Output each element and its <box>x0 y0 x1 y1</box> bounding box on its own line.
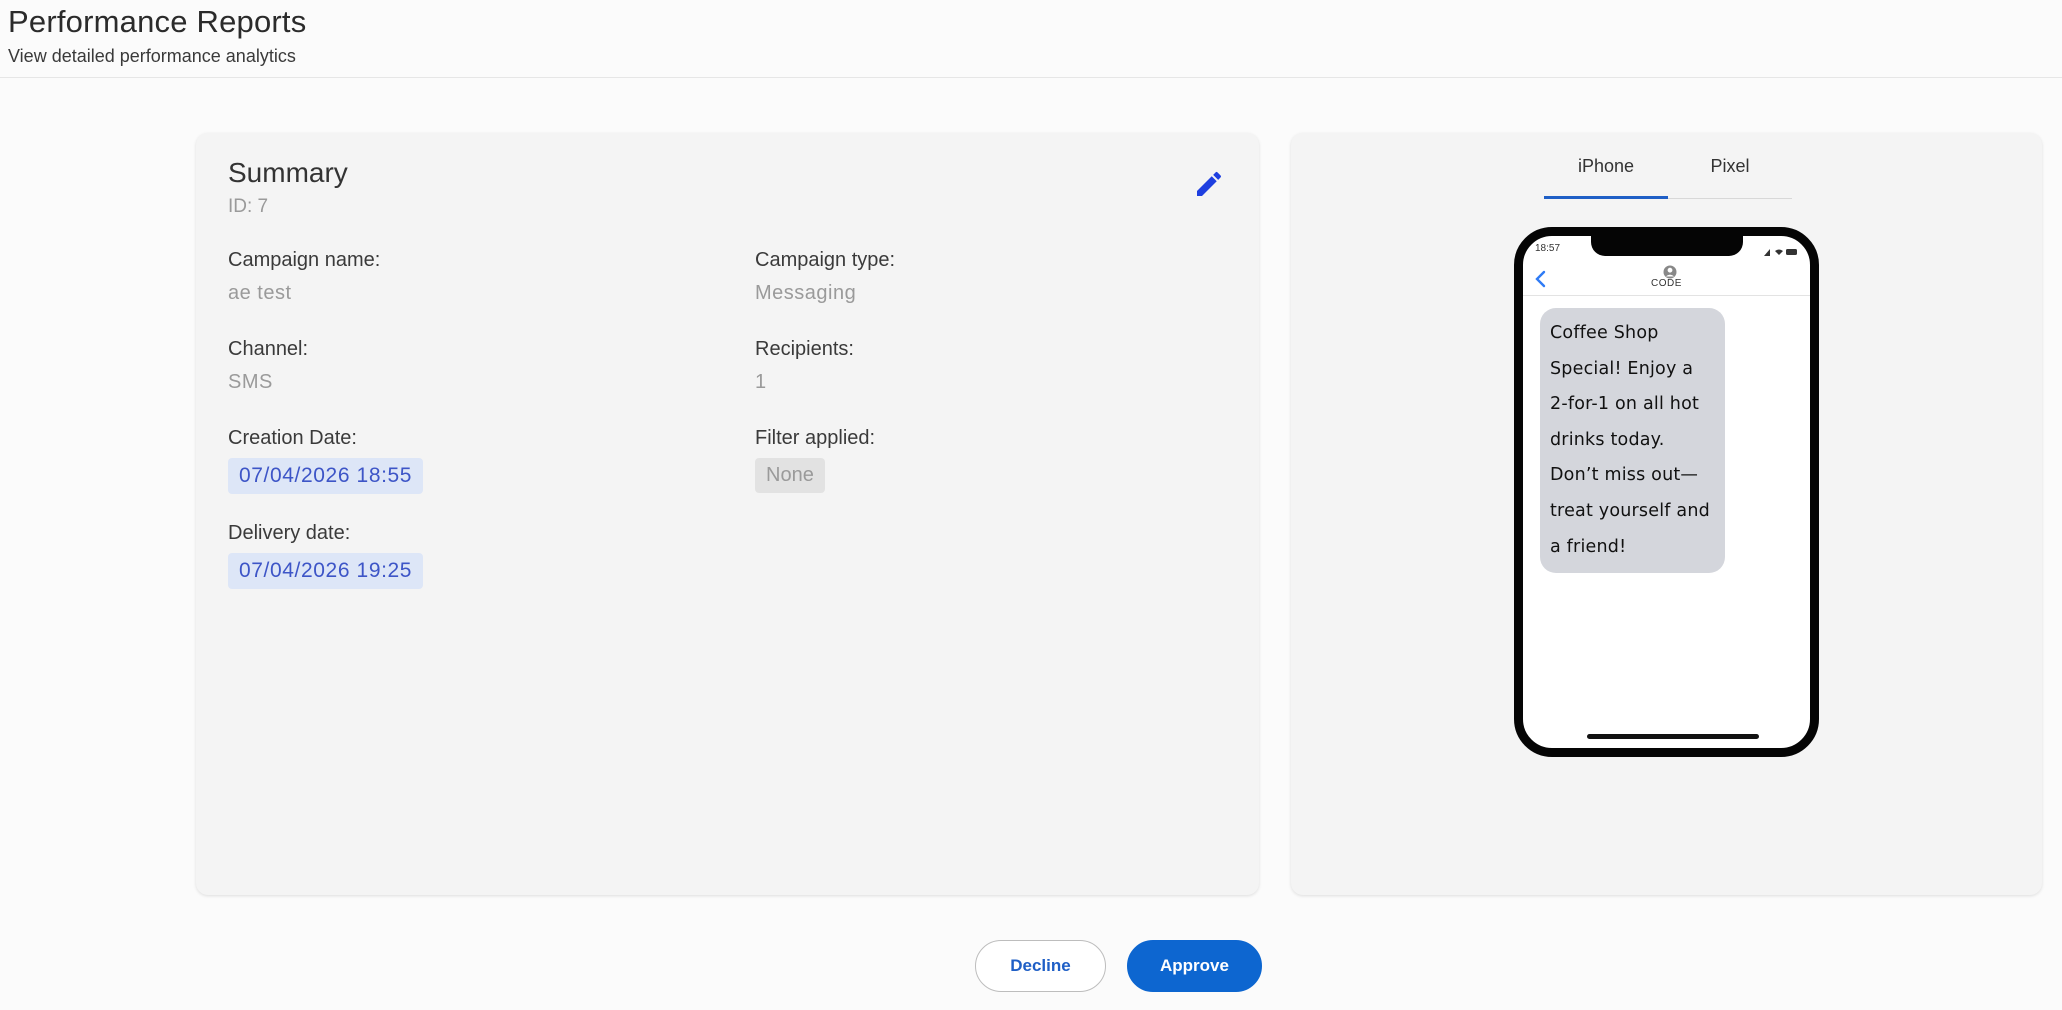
recipients-value: 1 <box>755 371 767 393</box>
device-tabs: iPhone Pixel <box>1544 151 1792 199</box>
pencil-icon[interactable] <box>1193 168 1225 200</box>
signal-wifi-battery-icon <box>1764 243 1798 256</box>
delivery-date-chip: 07/04/2026 19:25 <box>228 553 424 589</box>
preview-card: iPhone Pixel 18:57 CODE Coffee Shop Spec… <box>1291 133 2042 895</box>
page-header: Performance Reports View detailed perfor… <box>0 0 2062 78</box>
campaign-name-value: ae test <box>228 282 292 304</box>
field-campaign-type: Campaign type: Messaging <box>755 249 895 305</box>
field-campaign-name: Campaign name: ae test <box>228 249 380 305</box>
field-recipients: Recipients: 1 <box>755 338 854 394</box>
delivery-date-label: Delivery date: <box>228 522 351 544</box>
status-time: 18:57 <box>1535 243 1561 254</box>
page-title: Performance Reports <box>8 4 307 39</box>
filter-applied-chip: None <box>755 458 825 493</box>
filter-applied-label: Filter applied: <box>755 427 876 449</box>
field-filter-applied: Filter applied: None <box>755 427 875 493</box>
phone-navbar: CODE <box>1523 262 1810 296</box>
tab-iphone[interactable]: iPhone <box>1544 151 1668 199</box>
message-bubble: Coffee Shop Special! Enjoy a 2-for-1 on … <box>1540 308 1725 574</box>
creation-date-label: Creation Date: <box>228 427 357 449</box>
summary-card: Summary ID: 7 Campaign name: ae test Cam… <box>196 133 1259 895</box>
summary-id: ID: 7 <box>228 196 269 217</box>
creation-date-chip: 07/04/2026 18:55 <box>228 458 424 494</box>
contact-avatar-icon <box>1663 265 1677 279</box>
field-creation-date: Creation Date: 07/04/2026 18:55 <box>228 427 424 494</box>
field-channel: Channel: SMS <box>228 338 308 394</box>
channel-value: SMS <box>228 371 273 393</box>
recipients-label: Recipients: <box>755 338 854 360</box>
approve-button[interactable]: Approve <box>1127 940 1262 992</box>
summary-title: Summary <box>228 157 348 188</box>
contact-name: CODE <box>1651 278 1682 289</box>
page-subtitle: View detailed performance analytics <box>8 46 296 66</box>
campaign-type-label: Campaign type: <box>755 249 896 271</box>
tab-pixel[interactable]: Pixel <box>1668 151 1792 199</box>
decline-button[interactable]: Decline <box>975 940 1106 992</box>
campaign-name-label: Campaign name: <box>228 249 381 271</box>
phone-notch <box>1591 236 1743 256</box>
campaign-type-value: Messaging <box>755 282 857 304</box>
field-delivery-date: Delivery date: 07/04/2026 19:25 <box>228 522 424 589</box>
phone-preview: 18:57 CODE Coffee Shop Special! Enjoy a … <box>1514 227 1819 757</box>
channel-label: Channel: <box>228 338 309 360</box>
home-indicator <box>1587 734 1759 739</box>
